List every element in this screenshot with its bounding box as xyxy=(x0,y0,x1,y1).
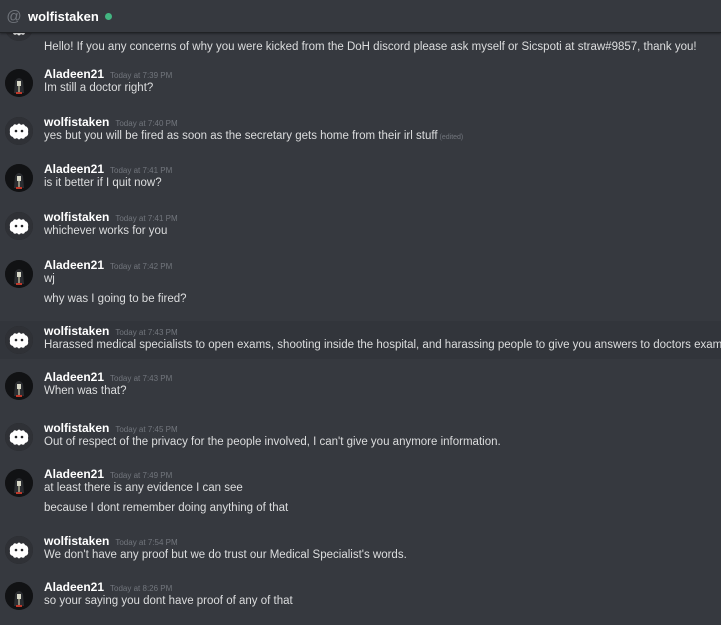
hooded-figure-avatar-icon[interactable] xyxy=(5,260,33,288)
message-timestamp: Today at 7:41 PM xyxy=(110,166,173,175)
message-text: why was I going to be fired? xyxy=(44,293,187,305)
wolf-avatar-icon[interactable] xyxy=(5,212,33,240)
message-timestamp: Today at 7:41 PM xyxy=(115,214,178,223)
message-timestamp: Today at 7:43 PM xyxy=(115,328,178,337)
at-icon: @ xyxy=(6,7,22,25)
message-text: so your saying you dont have proof of an… xyxy=(44,595,293,607)
wolf-avatar-icon[interactable] xyxy=(5,423,33,451)
hooded-figure-avatar-icon[interactable] xyxy=(5,582,33,610)
message-group: wolfistaken Today at 7:45 PM Out of respe… xyxy=(0,418,721,456)
message-group: Aladeen21 Today at 8:26 PM so your saying… xyxy=(0,577,721,615)
message-group: wolfistaken Today at 7:54 PM We don't hav… xyxy=(0,531,721,569)
message-group: wolfistaken Today at 7:43 PM Harassed med… xyxy=(0,321,721,359)
message-text: Harassed medical specialists to open exa… xyxy=(44,339,721,351)
hooded-figure-avatar-icon[interactable] xyxy=(5,69,33,97)
message-author[interactable]: wolfistaken Today at 7:40 PM xyxy=(44,115,178,129)
message-text: whichever works for you xyxy=(44,225,168,237)
hooded-figure-avatar-icon[interactable] xyxy=(5,164,33,192)
wolf-avatar-icon[interactable] xyxy=(5,117,33,145)
message-group: wolfistaken Today at 7:41 PM whichever wo… xyxy=(0,207,721,245)
message-text: because I dont remember doing anything o… xyxy=(44,502,289,514)
message-timestamp: Today at 8:26 PM xyxy=(110,584,173,593)
message-timestamp: Today at 7:54 PM xyxy=(115,538,178,547)
message-text: Out of respect of the privacy for the pe… xyxy=(44,436,501,448)
message-group: Aladeen21 Today at 7:43 PM When was that? xyxy=(0,367,721,405)
message-author[interactable]: wolfistaken Today at 7:43 PM xyxy=(44,324,178,338)
message-timestamp: Today at 7:40 PM xyxy=(115,119,178,128)
wolf-avatar-icon[interactable] xyxy=(5,33,33,41)
edited-tag: (edited) xyxy=(439,134,464,141)
message-text: at least there is any evidence I can see xyxy=(44,482,243,494)
dm-username[interactable]: wolfistaken xyxy=(28,9,99,24)
message-timestamp: Today at 7:39 PM xyxy=(110,71,173,80)
message-group: Aladeen21 Today at 7:49 PM at least there… xyxy=(0,464,721,526)
message-author[interactable]: wolfistaken Today at 7:41 PM xyxy=(44,210,178,224)
message-author[interactable]: Aladeen21 Today at 7:42 PM xyxy=(44,258,172,272)
message-author[interactable]: wolfistaken Today at 7:45 PM xyxy=(44,421,178,435)
message-text: is it better if I quit now? xyxy=(44,177,162,189)
message-author[interactable]: Aladeen21 Today at 7:43 PM xyxy=(44,370,172,384)
message-group: Aladeen21 Today at 7:39 PM Im still a doc… xyxy=(0,64,721,102)
wolf-avatar-icon[interactable] xyxy=(5,536,33,564)
hooded-figure-avatar-icon[interactable] xyxy=(5,372,33,400)
message-group: Aladeen21 Today at 7:42 PM wj why was I g… xyxy=(0,255,721,319)
message-timestamp: Today at 7:45 PM xyxy=(115,425,178,434)
hooded-figure-avatar-icon[interactable] xyxy=(5,469,33,497)
message-timestamp: Today at 7:42 PM xyxy=(110,262,173,271)
message-author[interactable]: wolfistaken Today at 7:54 PM xyxy=(44,534,178,548)
wolf-avatar-icon[interactable] xyxy=(5,326,33,354)
message-text: When was that? xyxy=(44,385,127,397)
message-group: Hello! If you any concerns of why you we… xyxy=(0,33,721,57)
message-text: Im still a doctor right? xyxy=(44,82,154,94)
message-author[interactable]: Aladeen21 Today at 7:39 PM xyxy=(44,67,172,81)
message-group: Aladeen21 Today at 7:41 PM is it better i… xyxy=(0,159,721,197)
message-timestamp: Today at 7:43 PM xyxy=(110,374,173,383)
dm-header: @ wolfistaken xyxy=(0,0,721,33)
message-timestamp: Today at 7:49 PM xyxy=(110,471,173,480)
message-group: wolfistaken Today at 7:40 PM yes but you … xyxy=(0,112,721,150)
message-list: Hello! If you any concerns of why you we… xyxy=(0,33,721,625)
message-text: We don't have any proof but we do trust … xyxy=(44,549,407,561)
message-author[interactable]: Aladeen21 Today at 7:41 PM xyxy=(44,162,172,176)
message-author[interactable]: Aladeen21 Today at 8:26 PM xyxy=(44,580,172,594)
message-author[interactable]: Aladeen21 Today at 7:49 PM xyxy=(44,467,172,481)
online-status-dot xyxy=(104,12,112,20)
message-text: wj xyxy=(44,273,55,285)
message-text: Hello! If you any concerns of why you we… xyxy=(44,41,697,53)
message-text: yes but you will be fired as soon as the… xyxy=(44,130,464,142)
